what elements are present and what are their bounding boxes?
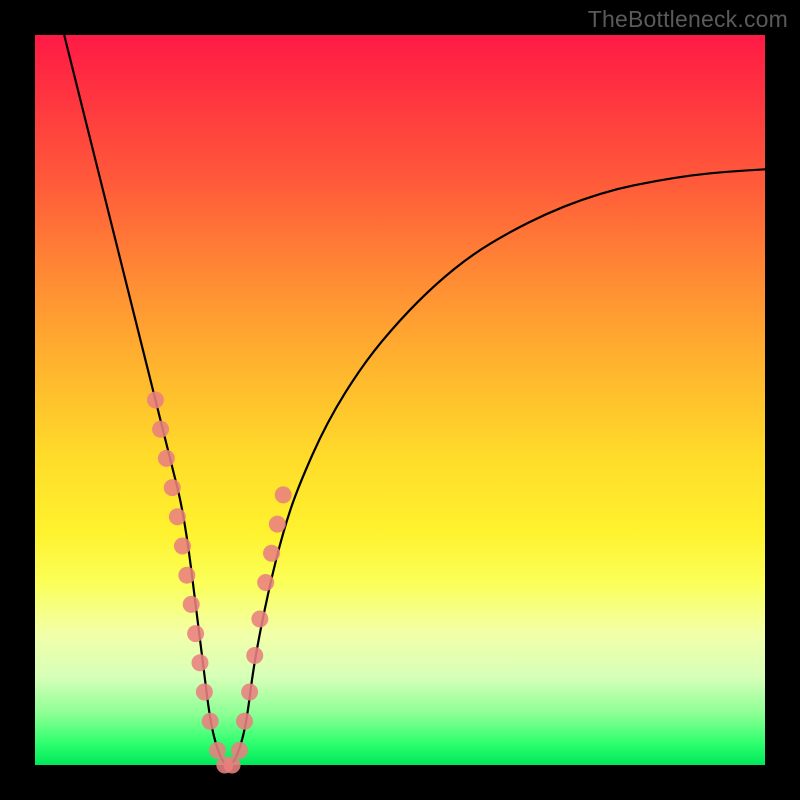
data-marker bbox=[164, 479, 181, 496]
data-marker bbox=[183, 596, 200, 613]
data-marker bbox=[257, 574, 274, 591]
data-marker bbox=[169, 508, 186, 525]
data-marker bbox=[231, 742, 248, 759]
chart-frame: TheBottleneck.com bbox=[0, 0, 800, 800]
data-marker bbox=[209, 742, 226, 759]
data-marker bbox=[174, 538, 191, 555]
data-marker bbox=[263, 545, 280, 562]
data-marker bbox=[224, 757, 241, 774]
data-marker bbox=[158, 450, 175, 467]
data-marker bbox=[147, 392, 164, 409]
data-marker bbox=[251, 611, 268, 628]
data-marker bbox=[202, 713, 219, 730]
data-marker bbox=[269, 516, 286, 533]
data-marker bbox=[196, 684, 213, 701]
data-marker bbox=[241, 684, 258, 701]
data-marker bbox=[191, 654, 208, 671]
data-marker bbox=[152, 421, 169, 438]
watermark-text: TheBottleneck.com bbox=[588, 6, 788, 33]
data-marker bbox=[178, 567, 195, 584]
data-marker bbox=[275, 486, 292, 503]
bottleneck-curve bbox=[64, 35, 765, 765]
chart-svg bbox=[35, 35, 765, 765]
data-marker bbox=[236, 713, 253, 730]
data-marker bbox=[246, 647, 263, 664]
data-marker bbox=[187, 625, 204, 642]
